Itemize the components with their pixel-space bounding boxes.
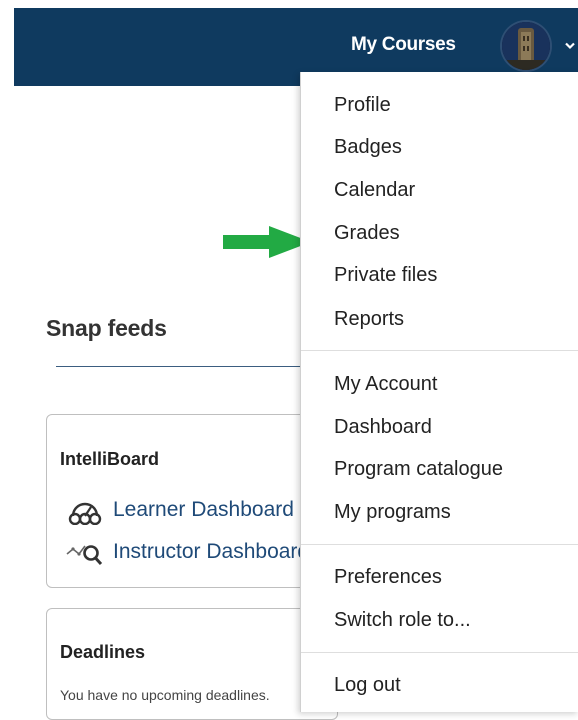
menu-item-grades[interactable]: Grades	[334, 222, 400, 245]
menu-item-log-out[interactable]: Log out	[334, 674, 401, 697]
menu-item-private-files[interactable]: Private files	[334, 264, 437, 287]
chevron-down-icon[interactable]	[564, 38, 576, 56]
menu-item-program-catalogue[interactable]: Program catalogue	[334, 458, 503, 481]
section-divider	[56, 366, 306, 367]
snap-feeds-title: Snap feeds	[46, 315, 167, 341]
menu-item-dashboard[interactable]: Dashboard	[334, 416, 432, 439]
menu-item-badges[interactable]: Badges	[334, 136, 402, 159]
my-courses-button[interactable]: My Courses	[351, 34, 456, 56]
menu-item-my-programs[interactable]: My programs	[334, 501, 451, 524]
menu-divider	[301, 652, 578, 653]
dashboard-gauge-icon	[68, 502, 102, 525]
intelliboard-title: IntelliBoard	[60, 449, 160, 469]
menu-item-my-account[interactable]: My Account	[334, 373, 437, 396]
menu-item-calendar[interactable]: Calendar	[334, 179, 415, 202]
deadlines-title: Deadlines	[60, 642, 146, 662]
menu-item-switch-role[interactable]: Switch role to...	[334, 609, 471, 632]
intelliboard-card: IntelliBoard Learner Dashboard Instructo…	[46, 414, 338, 588]
user-avatar[interactable]	[502, 22, 550, 70]
deadlines-card: Deadlines You have no upcoming deadlines…	[46, 608, 338, 720]
menu-item-reports[interactable]: Reports	[334, 308, 404, 331]
user-dropdown-menu: Profile Badges Calendar Grades Private f…	[300, 72, 578, 712]
learner-dashboard-label: Learner Dashboard	[113, 498, 294, 521]
instructor-dashboard-link[interactable]: Instructor Dashboard	[65, 537, 309, 567]
menu-divider	[301, 544, 578, 545]
instructor-dashboard-label: Instructor Dashboard	[113, 540, 310, 563]
menu-item-profile[interactable]: Profile	[334, 94, 391, 117]
analytics-magnifier-icon	[66, 545, 103, 566]
deadlines-empty-text: You have no upcoming deadlines.	[60, 687, 270, 703]
menu-item-preferences[interactable]: Preferences	[334, 566, 442, 589]
menu-divider	[301, 350, 578, 351]
avatar-image	[502, 22, 550, 70]
learner-dashboard-link[interactable]: Learner Dashboard	[65, 495, 294, 525]
